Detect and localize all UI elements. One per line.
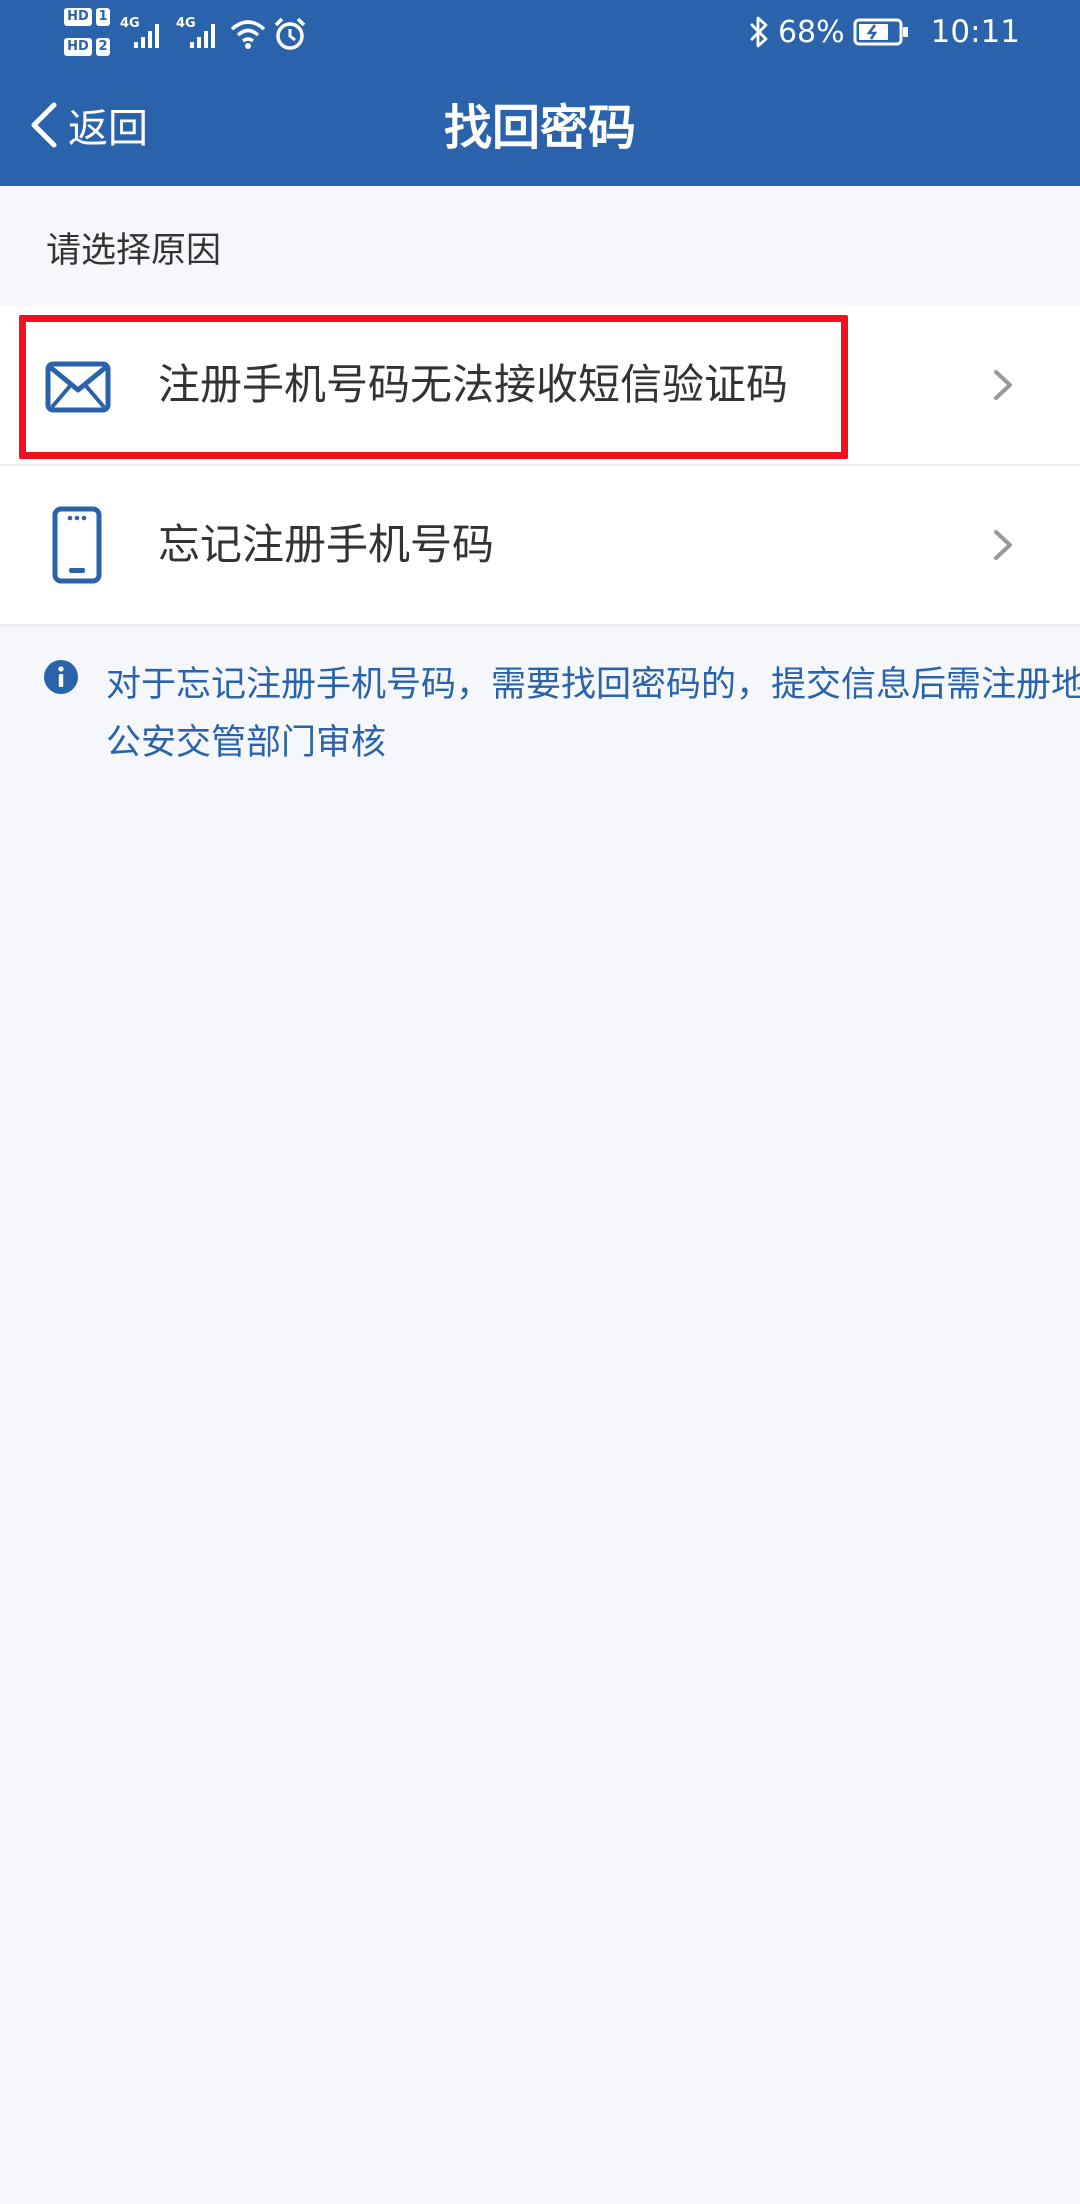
sim-indicators: HD 1 HD 2 4G 4G [64, 6, 314, 62]
wifi-icon [230, 20, 266, 49]
app-header: HD 1 HD 2 4G 4G 68% 10:11 找回密码 返回 [0, 0, 1080, 186]
reason-option-list: 注册手机号码无法接收短信验证码 忘记注册手机号码 [0, 306, 1080, 626]
section-label: 请选择原因 [46, 231, 222, 271]
chevron-left-icon [31, 102, 57, 148]
option-forgot-phone[interactable]: 忘记注册手机号码 [0, 466, 1080, 626]
hd-badge-1: HD [64, 8, 92, 26]
battery-percent: 68% [777, 14, 845, 50]
chevron-right-icon [994, 370, 1012, 400]
phone-icon [52, 506, 102, 584]
hd-badge-2: HD [64, 38, 92, 56]
nav-bar: 找回密码 返回 [0, 64, 1080, 186]
clock: 10:11 [930, 14, 1020, 50]
info-icon [44, 660, 78, 694]
sim-number-2: 2 [96, 38, 110, 56]
signal-icon [190, 24, 215, 48]
envelope-icon [45, 361, 111, 413]
signal-icon [134, 24, 159, 48]
bluetooth-icon [749, 16, 768, 48]
status-right: 68% 10:11 [748, 12, 1020, 52]
back-label: 返回 [68, 106, 148, 152]
notice-text: 对于忘记注册手机号码，需要找回密码的，提交信息后需注册地公安交管部门审核 [106, 665, 1080, 763]
option-label: 忘记注册手机号码 [158, 520, 495, 569]
option-label: 注册手机号码无法接收短信验证码 [158, 360, 789, 409]
chevron-right-icon [994, 530, 1012, 560]
page-title: 找回密码 [443, 100, 636, 156]
sim-number-1: 1 [96, 8, 110, 26]
alarm-icon [274, 17, 306, 50]
battery-icon [853, 18, 908, 46]
option-cannot-receive-sms[interactable]: 注册手机号码无法接收短信验证码 [0, 306, 1080, 466]
status-bar: HD 1 HD 2 4G 4G 68% 10:11 [0, 0, 1080, 64]
back-button[interactable]: 返回 [28, 90, 148, 160]
